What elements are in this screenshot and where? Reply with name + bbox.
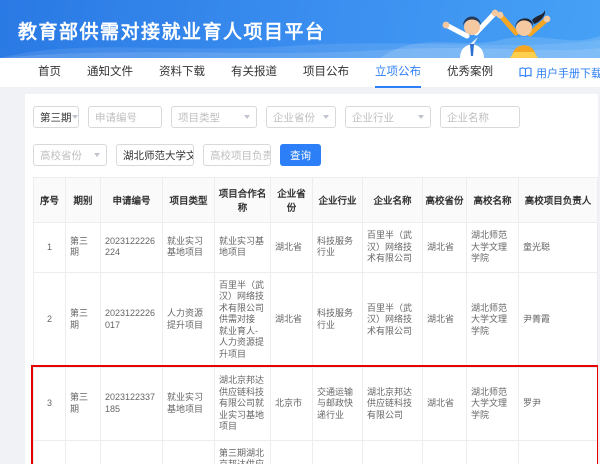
table-cell: 2023122337185 — [101, 368, 163, 441]
table-column-header: 项目类型 — [163, 178, 215, 223]
table-cell: 2023122226224 — [101, 223, 163, 273]
chevron-down-icon — [323, 115, 329, 119]
table-cell: 2023122504956 — [101, 440, 163, 464]
table-cell: 第三期湖北京邦达供应链科技有限公司定向人才培养培训项目 — [215, 440, 271, 464]
table-cell: 第三期 — [66, 368, 101, 441]
results-table: 序号期别申请编号项目类型项目合作名称企业省份企业行业企业名称高校省份高校名称高校… — [33, 177, 598, 464]
table-column-header: 序号 — [34, 178, 66, 223]
table-cell: 1 — [34, 223, 66, 273]
table-row: 4第三期2023122504956定向人才培养培训项目第三期湖北京邦达供应链科技… — [34, 440, 598, 464]
table-cell: 科技服务行业 — [313, 223, 363, 273]
table-cell: 湖北京邦达供应链科技有限公司 — [363, 440, 423, 464]
table-cell: 3 — [34, 368, 66, 441]
enterprise-industry-select[interactable]: 企业行业 — [345, 106, 431, 128]
table-cell: 2023122226017 — [101, 272, 163, 368]
table-cell: 百里半（武汉）网络技术有限公司 — [363, 223, 423, 273]
chevron-down-icon — [418, 115, 424, 119]
nav-right-actions: 用户手册下载 登录 — [519, 62, 600, 84]
table-column-header: 企业省份 — [271, 178, 313, 223]
table-cell: 就业实习基地项目 — [163, 368, 215, 441]
page-content: 第三期 申请编号 项目类型 企业省份 企业行业 企业名称 — [0, 88, 600, 464]
school-leader-input[interactable]: 高校项目负责人 — [203, 144, 271, 166]
table-column-header: 高校名称 — [467, 178, 519, 223]
table-cell: 定向人才培养培训项目 — [163, 440, 215, 464]
table-cell: 2 — [34, 272, 66, 368]
table-cell: 湖北省 — [271, 223, 313, 273]
search-button[interactable]: 查询 — [280, 144, 321, 166]
nav-item-reports[interactable]: 有关报道 — [231, 58, 277, 88]
table-row: 3第三期2023122337185就业实习基地项目湖北京邦达供应链科技有限公司就… — [34, 368, 598, 441]
table-column-header: 高校项目负责人 — [519, 178, 598, 223]
table-column-header: 企业行业 — [313, 178, 363, 223]
enterprise-name-input[interactable]: 企业名称 — [440, 106, 520, 128]
user-manual-label: 用户手册下载 — [536, 65, 600, 81]
enterprise-province-select[interactable]: 企业省份 — [266, 106, 336, 128]
table-cell: 湖北省 — [271, 272, 313, 368]
nav-item-project-announcement[interactable]: 项目公布 — [303, 58, 349, 88]
nav-item-home[interactable]: 首页 — [38, 58, 61, 88]
table-row: 2第三期2023122226017人力资源提升项目百里半（武汉）网络技术有限公司… — [34, 272, 598, 368]
table-cell: 湖北师范大学文理学院 — [467, 368, 519, 441]
main-nav: 首页 通知文件 资料下载 有关报道 项目公布 立项公布 优秀案例 用户手册下载 … — [0, 58, 600, 88]
school-province-select[interactable]: 高校省份 — [33, 144, 107, 166]
table-column-header: 高校省份 — [423, 178, 467, 223]
filter-bar: 第三期 申请编号 项目类型 企业省份 企业行业 企业名称 — [33, 106, 590, 166]
table-cell: 4 — [34, 440, 66, 464]
table-cell: 科技服务行业 — [313, 272, 363, 368]
nav-item-notices[interactable]: 通知文件 — [87, 58, 133, 88]
table-cell: 湖北省 — [423, 223, 467, 273]
table-column-header: 项目合作名称 — [215, 178, 271, 223]
table-cell: 第三期 — [66, 223, 101, 273]
table-column-header: 申请编号 — [101, 178, 163, 223]
table-column-header: 企业名称 — [363, 178, 423, 223]
site-banner: 教育部供需对接就业育人项目平台 — [0, 0, 600, 58]
table-cell: 湖北省 — [423, 272, 467, 368]
table-cell: 北京市 — [271, 440, 313, 464]
table-cell: 湖北师范大学文理学院 — [467, 223, 519, 273]
chevron-down-icon — [94, 153, 100, 157]
results-card: 第三期 申请编号 项目类型 企业省份 企业行业 企业名称 — [25, 94, 598, 464]
table-cell: 交通运输与邮政快递行业 — [313, 368, 363, 441]
table-cell: 第三期 — [66, 272, 101, 368]
table-cell: 就业实习基地项目 — [163, 223, 215, 273]
user-manual-download-link[interactable]: 用户手册下载 — [519, 65, 600, 81]
school-name-input[interactable]: 湖北师范大学文理学院 — [116, 144, 194, 166]
nav-item-approval-announcement[interactable]: 立项公布 — [375, 58, 421, 88]
results-table-wrap: 序号期别申请编号项目类型项目合作名称企业省份企业行业企业名称高校省份高校名称高校… — [33, 177, 590, 464]
table-body: 1第三期2023122226224就业实习基地项目就业实习基地项目湖北省科技服务… — [34, 223, 598, 464]
nav-item-downloads[interactable]: 资料下载 — [159, 58, 205, 88]
nav-item-excellent-cases[interactable]: 优秀案例 — [447, 58, 493, 88]
table-cell: 尹菁霞 — [519, 272, 598, 368]
period-select[interactable]: 第三期 — [33, 106, 79, 128]
table-cell: 北京市 — [271, 368, 313, 441]
table-column-header: 期别 — [66, 178, 101, 223]
table-header-row: 序号期别申请编号项目类型项目合作名称企业省份企业行业企业名称高校省份高校名称高校… — [34, 178, 598, 223]
table-cell: 就业实习基地项目 — [215, 223, 271, 273]
table-row: 1第三期2023122226224就业实习基地项目就业实习基地项目湖北省科技服务… — [34, 223, 598, 273]
table-cell: 第三期 — [66, 440, 101, 464]
table-cell: 湖北京邦达供应链科技有限公司 — [363, 368, 423, 441]
chevron-down-icon — [244, 115, 250, 119]
table-cell: 湖北师范大学文理学院 — [467, 272, 519, 368]
header-illustration — [370, 0, 600, 58]
book-icon — [519, 67, 532, 78]
table-cell: 湖北师范大学文理学院 — [467, 440, 519, 464]
table-cell: 吕彩云 — [519, 440, 598, 464]
table-cell: 百里半（武汉）网络技术有限公司 — [363, 272, 423, 368]
table-cell: 湖北省 — [423, 368, 467, 441]
site-title: 教育部供需对接就业育人项目平台 — [18, 17, 326, 44]
table-cell: 湖北省 — [423, 440, 467, 464]
table-cell: 湖北京邦达供应链科技有限公司就业实习基地项目 — [215, 368, 271, 441]
table-cell: 罗尹 — [519, 368, 598, 441]
chevron-down-icon — [72, 115, 78, 119]
application-no-input[interactable]: 申请编号 — [88, 106, 162, 128]
table-cell: 百里半（武汉）网络技术有限公司供需对接 就业育人-人力资源提升项目 — [215, 272, 271, 368]
project-type-select[interactable]: 项目类型 — [171, 106, 257, 128]
table-cell: 交通运输与邮政快递行业 — [313, 440, 363, 464]
table-cell: 童光聪 — [519, 223, 598, 273]
table-cell: 人力资源提升项目 — [163, 272, 215, 368]
